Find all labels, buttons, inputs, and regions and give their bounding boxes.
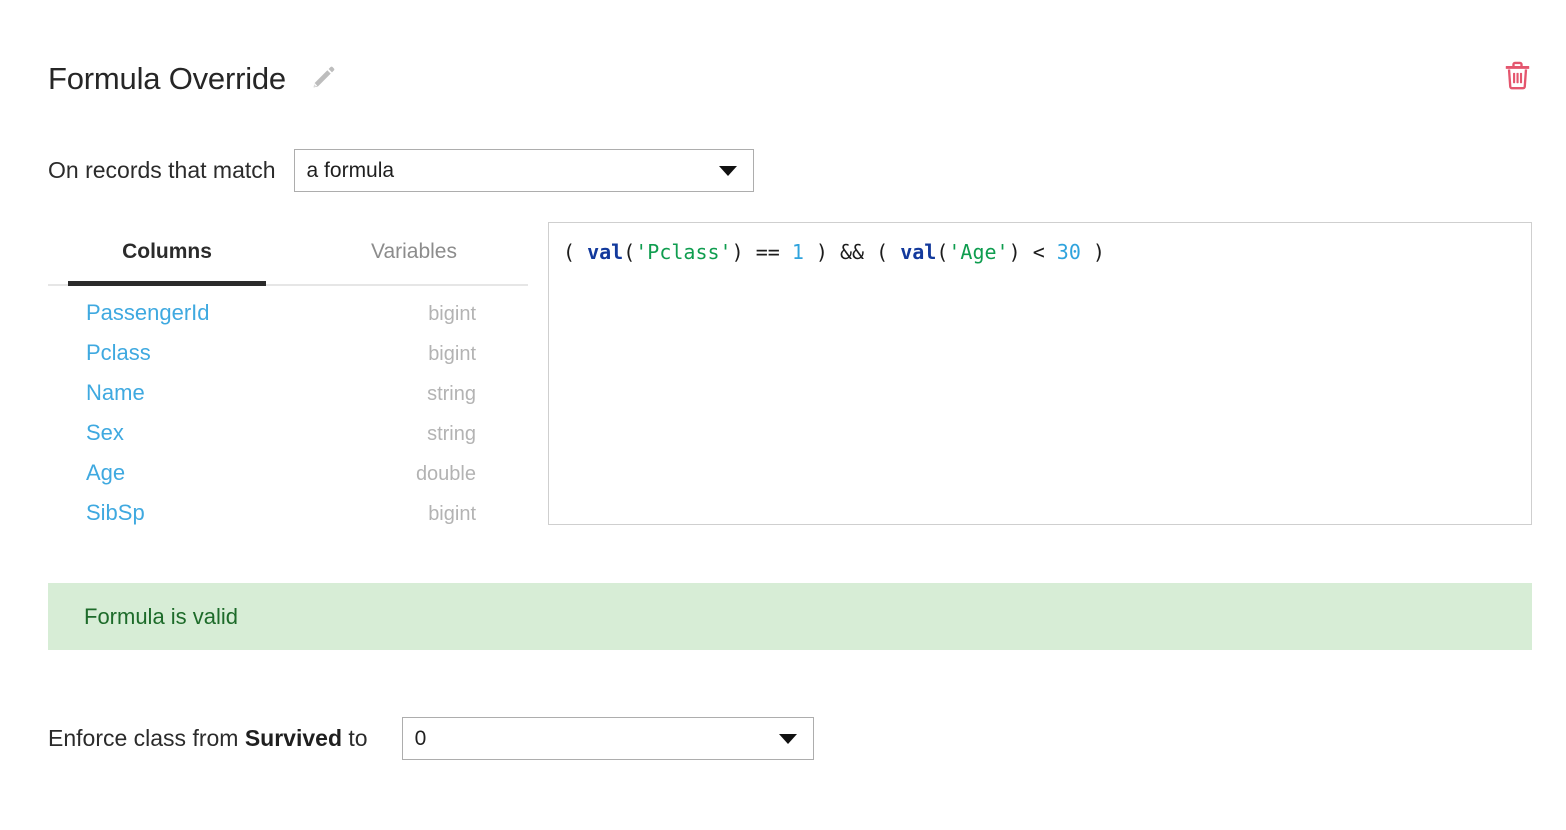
code-token-punct: ) bbox=[803, 240, 840, 264]
code-token-op: < bbox=[1032, 240, 1057, 264]
tab-variables[interactable]: Variables bbox=[324, 220, 504, 284]
code-token-op: == bbox=[755, 240, 792, 264]
pencil-icon[interactable] bbox=[310, 65, 336, 91]
enforce-class-value: 0 bbox=[414, 726, 427, 750]
code-token-punct: ( bbox=[623, 240, 636, 264]
code-token-str: 'Age' bbox=[948, 240, 1009, 264]
code-token-punct: ) bbox=[1080, 240, 1105, 264]
column-type: double bbox=[415, 463, 476, 485]
chevron-down-icon bbox=[718, 165, 737, 176]
enforce-prefix: Enforce class from bbox=[48, 725, 245, 751]
list-item[interactable]: Pclass bigint bbox=[48, 340, 528, 380]
code-token-num: 30 bbox=[1056, 240, 1081, 264]
code-token-punct: ( bbox=[936, 240, 949, 264]
code-token-str: 'Pclass' bbox=[635, 240, 732, 264]
column-name: Name bbox=[86, 380, 145, 405]
columns-list[interactable]: PassengerId bigint Pclass bigint Name st… bbox=[48, 286, 528, 538]
formula-code-line: ( val('Pclass') == 1 ) && ( val('Age') <… bbox=[563, 239, 1517, 265]
code-token-fn: val bbox=[587, 240, 624, 264]
enforce-target-column: Survived bbox=[244, 725, 342, 751]
column-type: bigint bbox=[428, 303, 476, 325]
code-token-punct: ) bbox=[731, 240, 756, 264]
column-type: string bbox=[427, 383, 476, 405]
column-name: SibSp bbox=[86, 500, 145, 525]
page-title: Formula Override bbox=[48, 60, 286, 96]
column-type: bigint bbox=[428, 343, 476, 365]
column-type: string bbox=[427, 423, 476, 445]
trash-icon bbox=[1504, 61, 1531, 95]
list-item[interactable]: SibSp bigint bbox=[48, 500, 528, 538]
validation-banner: Formula is valid bbox=[48, 583, 1532, 650]
column-name: Sex bbox=[86, 420, 124, 445]
match-type-select[interactable]: a formula bbox=[293, 149, 754, 192]
validation-message: Formula is valid bbox=[84, 603, 239, 629]
tab-columns[interactable]: Columns bbox=[68, 220, 266, 286]
code-token-punct: ( bbox=[563, 240, 588, 264]
page-header: Formula Override bbox=[48, 52, 1532, 104]
code-token-num: 1 bbox=[791, 240, 804, 264]
list-item[interactable]: Age double bbox=[48, 460, 528, 500]
column-name: Age bbox=[86, 460, 126, 485]
column-name: PassengerId bbox=[86, 300, 210, 325]
column-type: bigint bbox=[428, 503, 476, 525]
delete-button[interactable] bbox=[1502, 61, 1532, 95]
list-item[interactable]: Sex string bbox=[48, 420, 528, 460]
match-label: On records that match bbox=[48, 157, 276, 183]
list-item[interactable]: Name string bbox=[48, 380, 528, 420]
code-token-fn: val bbox=[900, 240, 937, 264]
list-item[interactable]: PassengerId bigint bbox=[48, 300, 528, 340]
enforce-class-row: Enforce class from Survived to 0 bbox=[48, 716, 814, 761]
match-type-value: a formula bbox=[306, 158, 395, 182]
code-token-op: && bbox=[839, 240, 877, 264]
tab-variables-label: Variables bbox=[371, 240, 457, 263]
panel-tabs: Columns Variables bbox=[48, 220, 528, 286]
column-name: Pclass bbox=[86, 340, 151, 365]
enforce-suffix: to bbox=[342, 725, 368, 751]
fields-panel: Columns Variables PassengerId bigint Pcl… bbox=[48, 220, 528, 540]
enforce-label: Enforce class from Survived to bbox=[48, 725, 368, 752]
code-token-punct: ) bbox=[1008, 240, 1033, 264]
enforce-class-select[interactable]: 0 bbox=[401, 717, 814, 760]
chevron-down-icon bbox=[778, 733, 797, 744]
code-token-punct: ( bbox=[876, 240, 901, 264]
formula-editor[interactable]: ( val('Pclass') == 1 ) && ( val('Age') <… bbox=[548, 222, 1532, 525]
match-condition-row: On records that match a formula bbox=[48, 148, 754, 193]
tab-columns-label: Columns bbox=[122, 240, 212, 263]
